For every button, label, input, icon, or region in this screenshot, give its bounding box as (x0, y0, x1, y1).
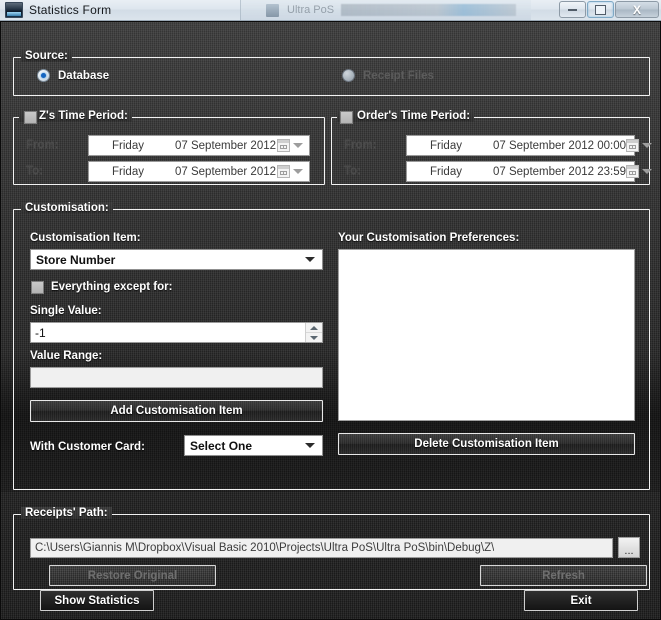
receipts-path-groupbox: Receipts' Path: C:\Users\Giannis M\Dropb… (13, 507, 650, 590)
order-time-period-groupbox: Order's Time Period: From: Friday 07 Sep… (331, 110, 652, 185)
chevron-down-icon[interactable] (642, 169, 652, 174)
value-range-input[interactable] (30, 367, 323, 388)
order-from-datepicker[interactable]: Friday 07 September 2012 00:00 (406, 135, 652, 156)
receipts-path-input[interactable]: C:\Users\Giannis M\Dropbox\Visual Basic … (30, 538, 613, 558)
customer-card-value: Select One (190, 438, 253, 453)
customisation-item-label: Customisation Item: (30, 232, 141, 244)
preferences-label: Your Customisation Preferences: (338, 232, 520, 244)
radio-database[interactable]: Database (37, 69, 109, 82)
delete-customisation-item-button[interactable]: Delete Customisation Item (338, 433, 635, 455)
background-window-title: Ultra PoS (287, 4, 335, 16)
z-to-datepicker[interactable]: Friday 07 September 2012 (88, 161, 310, 182)
order-from-date: 07 September 2012 00:00 (493, 139, 626, 152)
customisation-inner: Customisation Item: Store Number Everyth… (13, 209, 650, 490)
value-range-label: Value Range: (30, 350, 103, 362)
with-customer-card-label: With Customer Card: (30, 441, 145, 453)
source-groupbox-inner: Database Receipt Files (13, 57, 650, 96)
close-button[interactable]: X (615, 1, 659, 18)
window-controls: X (559, 1, 659, 18)
customisation-preferences-list[interactable] (338, 249, 635, 421)
customer-card-select[interactable]: Select One (184, 435, 323, 456)
source-groupbox: Source: Database Receipt Files (13, 50, 650, 96)
background-window-icon (266, 3, 279, 17)
chevron-down-icon (310, 335, 318, 340)
single-value-input[interactable]: -1 (31, 326, 305, 340)
minimize-icon (568, 8, 577, 11)
exit-button[interactable]: Exit (524, 590, 638, 611)
chevron-down-icon[interactable] (305, 443, 315, 448)
chevron-down-icon[interactable] (293, 169, 303, 174)
add-customisation-item-button[interactable]: Add Customisation Item (30, 400, 323, 422)
stepper-buttons[interactable] (305, 323, 322, 342)
chevron-down-icon[interactable] (293, 143, 303, 148)
receipts-path-value: C:\Users\Giannis M\Dropbox\Visual Basic … (35, 542, 495, 554)
z-to-date: 07 September 2012 (175, 165, 277, 178)
z-from-day: Friday (112, 139, 144, 152)
show-statistics-button[interactable]: Show Statistics (40, 590, 154, 611)
calendar-icon (277, 165, 290, 178)
order-to-datepicker[interactable]: Friday 07 September 2012 23:59 (406, 161, 652, 182)
order-time-period-inner: From: Friday 07 September 2012 00:00 To:… (331, 117, 652, 185)
radio-receipt-files[interactable]: Receipt Files (342, 69, 434, 82)
customisation-item-value: Store Number (36, 252, 116, 267)
z-to-label: To: (26, 165, 44, 177)
order-to-label: To: (344, 165, 362, 177)
z-time-period-groupbox: Z's Time Period: From: Friday 07 Septemb… (13, 110, 325, 185)
radio-selected-icon (37, 69, 50, 82)
maximize-button[interactable] (587, 1, 614, 18)
radio-receipt-files-label: Receipt Files (363, 69, 434, 82)
browse-button[interactable]: ... (618, 537, 640, 558)
single-value-label: Single Value: (30, 305, 102, 317)
calendar-icon (277, 139, 290, 152)
title-bar: Statistics Form Ultra PoS X (0, 0, 661, 21)
calendar-icon (626, 139, 639, 152)
z-to-day: Friday (112, 165, 144, 178)
stepper-up-button[interactable] (306, 323, 322, 333)
background-window-title-blur (341, 4, 516, 16)
chevron-up-icon (310, 325, 318, 330)
order-from-day: Friday (430, 139, 462, 152)
chevron-down-icon[interactable] (642, 143, 652, 148)
window-title: Statistics Form (29, 3, 112, 17)
radio-database-label: Database (58, 69, 110, 82)
single-value-stepper[interactable]: -1 (30, 322, 323, 343)
z-from-date: 07 September 2012 (175, 139, 277, 152)
calendar-icon (626, 165, 639, 178)
app-icon (5, 2, 23, 18)
everything-except-label: Everything except for: (51, 281, 173, 293)
maximize-icon (595, 4, 606, 15)
refresh-button[interactable]: Refresh (480, 565, 647, 586)
statistics-form-window: Statistics Form Ultra PoS X Source: Data… (0, 0, 661, 620)
customisation-groupbox: Customisation: Customisation Item: Store… (13, 202, 650, 490)
z-from-label: From: (26, 139, 59, 151)
order-to-day: Friday (430, 165, 462, 178)
minimize-button[interactable] (559, 1, 586, 18)
radio-unselected-icon (342, 69, 355, 82)
chevron-down-icon[interactable] (305, 257, 315, 262)
customisation-item-select[interactable]: Store Number (30, 249, 323, 270)
order-from-label: From: (344, 139, 377, 151)
receipts-path-inner: C:\Users\Giannis M\Dropbox\Visual Basic … (13, 514, 650, 590)
background-window-titlebar[interactable]: Ultra PoS (240, 0, 531, 20)
restore-original-button[interactable]: Restore Original (49, 565, 216, 586)
z-time-period-inner: From: Friday 07 September 2012 To: Frida… (13, 117, 325, 185)
stepper-down-button[interactable] (306, 333, 322, 342)
z-from-datepicker[interactable]: Friday 07 September 2012 (88, 135, 310, 156)
form-client-area: Source: Database Receipt Files Z's Time … (0, 21, 661, 620)
order-to-date: 07 September 2012 23:59 (493, 165, 626, 178)
everything-except-checkbox[interactable] (31, 281, 44, 294)
